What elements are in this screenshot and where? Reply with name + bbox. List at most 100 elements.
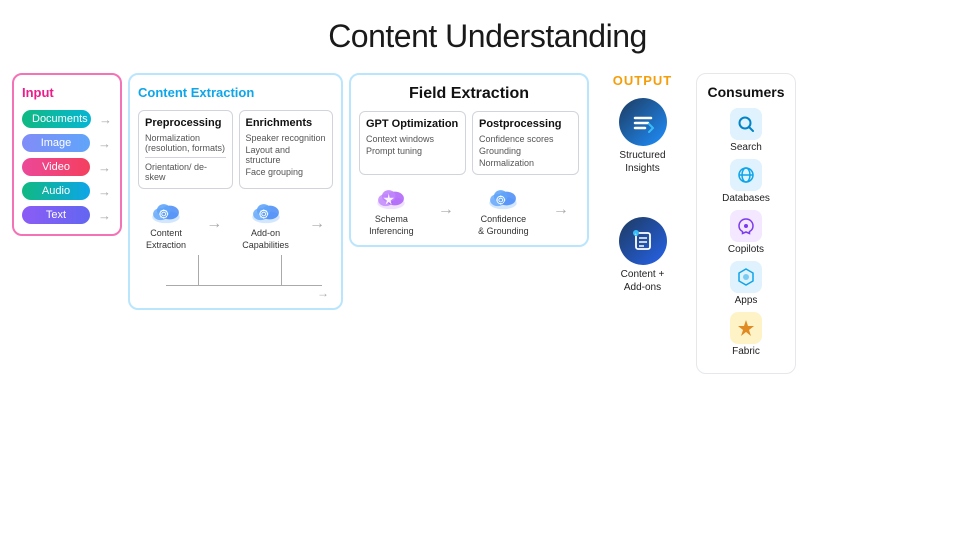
input-title: Input xyxy=(22,85,112,100)
copilots-label: Copilots xyxy=(728,244,764,255)
post-line3: Normalization xyxy=(479,158,572,168)
right-arrow: → xyxy=(138,286,333,300)
list-item: Text → xyxy=(22,206,112,224)
copilots-icon xyxy=(736,216,756,236)
output-title: OUTPUT xyxy=(613,73,672,88)
content-addons-item: + Content +Add-ons xyxy=(619,217,667,294)
video-badge: Video xyxy=(22,158,90,176)
post-line2: Grounding xyxy=(479,146,572,156)
content-extraction-inner-boxes: Preprocessing Normalization (resolution,… xyxy=(138,110,333,189)
schema-inferencing-cloud: SchemaInferencing xyxy=(369,183,414,237)
arrow-icon: → xyxy=(553,201,569,219)
structured-label: StructuredInsights xyxy=(619,149,665,175)
apps-consumer: Apps xyxy=(707,261,785,306)
list-item: Image → xyxy=(22,134,112,152)
fabric-label: Fabric xyxy=(732,346,760,357)
gpt-box: GPT Optimization Context windows Prompt … xyxy=(359,111,466,175)
structured-insights-icon xyxy=(619,98,667,146)
apps-icon xyxy=(736,267,756,287)
page-title: Content Understanding xyxy=(12,18,963,55)
consumers-section: Consumers Search D xyxy=(696,73,796,374)
enrichments-title: Enrichments xyxy=(246,117,327,129)
documents-badge: Documents xyxy=(22,110,91,128)
content-extraction-title: Content Extraction xyxy=(138,85,333,100)
output-section: OUTPUT StructuredInsights xyxy=(595,73,690,294)
gpt-line1: Context windows xyxy=(366,134,459,144)
content-svg: + xyxy=(629,227,657,255)
databases-icon-wrap xyxy=(730,159,762,191)
copilots-consumer: Copilots xyxy=(707,210,785,255)
confidence-label: Confidence& Grounding xyxy=(478,214,529,237)
content-extraction-section: Content Extraction Preprocessing Normali… xyxy=(128,73,343,310)
postprocessing-title: Postprocessing xyxy=(479,118,572,130)
apps-icon-wrap xyxy=(730,261,762,293)
content-extraction-cloud-row: ContentExtraction → xyxy=(138,197,333,251)
structured-insights-item: StructuredInsights xyxy=(619,98,667,175)
copilots-icon-wrap xyxy=(730,210,762,242)
image-badge: Image xyxy=(22,134,90,152)
arrow-icon: → xyxy=(309,215,325,233)
databases-icon xyxy=(736,165,756,185)
list-item: Video → xyxy=(22,158,112,176)
vert-line-2 xyxy=(281,255,282,285)
preprocessing-line2: Orientation/ de-skew xyxy=(145,162,226,182)
arrow-icon: → xyxy=(438,201,454,219)
text-badge: Text xyxy=(22,206,90,224)
databases-label: Databases xyxy=(722,193,770,204)
enrichments-line2: Layout and structure xyxy=(246,145,327,165)
vert-line-1 xyxy=(198,255,199,285)
arrow-down-right: → xyxy=(317,286,329,300)
post-line1: Confidence scores xyxy=(479,134,572,144)
field-extraction-section: Field Extraction GPT Optimization Contex… xyxy=(349,73,589,247)
divider xyxy=(145,157,226,158)
search-icon-wrap xyxy=(730,108,762,140)
bottom-arrows xyxy=(138,285,333,286)
addon-capabilities-cloud: Add-onCapabilities xyxy=(242,197,289,251)
fe-cloud-row: SchemaInferencing → xyxy=(359,183,579,237)
fabric-icon-wrap xyxy=(730,312,762,344)
cloud-icon-2 xyxy=(247,197,285,225)
preprocessing-box: Preprocessing Normalization (resolution,… xyxy=(138,110,233,189)
consumers-title: Consumers xyxy=(707,84,785,100)
input-items: Documents → Image → Video → Audio → Text xyxy=(22,110,112,224)
databases-consumer: Databases xyxy=(707,159,785,204)
content-extraction-cloud: ContentExtraction xyxy=(146,197,186,251)
input-section: Input Documents → Image → Video → Audio … xyxy=(12,73,122,236)
enrichments-line1: Speaker recognition xyxy=(246,133,327,143)
fabric-icon xyxy=(736,318,756,338)
fabric-consumer: Fabric xyxy=(707,312,785,357)
cloud2-label: Add-onCapabilities xyxy=(242,228,289,251)
content-addons-label: Content +Add-ons xyxy=(621,268,665,294)
cloud-icon-1 xyxy=(147,197,185,225)
arrow-icon: → xyxy=(99,112,112,127)
enrichments-line3: Face grouping xyxy=(246,167,327,177)
postprocessing-box: Postprocessing Confidence scores Groundi… xyxy=(472,111,579,175)
enrichments-box: Enrichments Speaker recognition Layout a… xyxy=(239,110,334,189)
preprocessing-line1: Normalization (resolution, formats) xyxy=(145,133,226,153)
schema-cloud-icon xyxy=(372,183,410,211)
schema-label: SchemaInferencing xyxy=(369,214,414,237)
arrow-icon: → xyxy=(206,215,222,233)
arrow-icon: → xyxy=(98,208,111,223)
horiz-connector xyxy=(166,285,322,286)
main-container: Content Understanding Input Documents → … xyxy=(0,0,975,384)
search-label: Search xyxy=(730,142,762,153)
gpt-line2: Prompt tuning xyxy=(366,146,459,156)
search-consumer: Search xyxy=(707,108,785,153)
confidence-cloud-icon xyxy=(484,183,522,211)
gpt-title: GPT Optimization xyxy=(366,118,459,130)
confidence-grounding-cloud: Confidence& Grounding xyxy=(478,183,529,237)
arrow-icon: → xyxy=(98,184,111,199)
search-icon xyxy=(736,114,756,134)
audio-badge: Audio xyxy=(22,182,90,200)
apps-label: Apps xyxy=(735,295,758,306)
preprocessing-title: Preprocessing xyxy=(145,117,226,129)
fe-inner-boxes: GPT Optimization Context windows Prompt … xyxy=(359,111,579,175)
list-item: Audio → xyxy=(22,182,112,200)
field-extraction-title: Field Extraction xyxy=(359,85,579,103)
arrow-icon: → xyxy=(98,136,111,151)
arrow-icon: → xyxy=(98,160,111,175)
diagram: Input Documents → Image → Video → Audio … xyxy=(12,73,963,374)
list-item: Documents → xyxy=(22,110,112,128)
structured-svg xyxy=(629,108,657,136)
